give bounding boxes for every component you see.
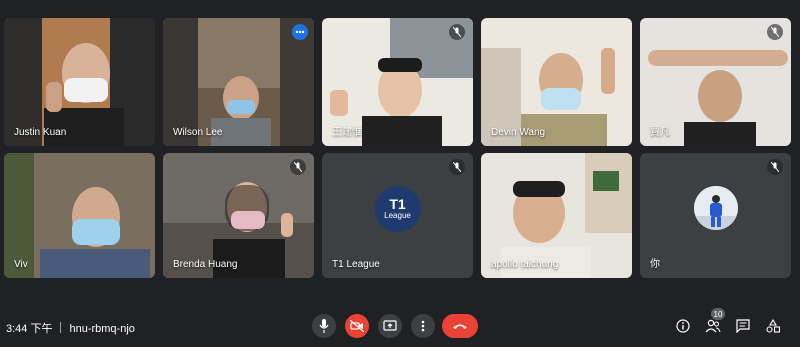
participant-name: Brenda Huang <box>173 259 238 270</box>
meeting-info: 3:44 下午 hnu-rbmq-njo <box>6 320 135 336</box>
activities-button[interactable] <box>764 317 782 335</box>
current-time: 3:44 下午 <box>6 323 53 335</box>
mic-off-icon <box>453 162 461 172</box>
chat-icon <box>736 319 750 333</box>
muted-indicator <box>449 24 465 40</box>
participant-avatar <box>693 185 738 230</box>
camera-off-icon <box>350 320 364 332</box>
more-options-icon <box>421 320 425 332</box>
muted-indicator <box>290 159 306 175</box>
participant-name: Justin Kuan <box>14 127 67 138</box>
muted-indicator <box>767 159 783 175</box>
participant-name: Viv <box>14 259 28 270</box>
activities-icon <box>766 319 780 333</box>
muted-indicator <box>767 24 783 40</box>
mic-off-icon <box>453 27 461 37</box>
camera-button[interactable] <box>345 314 369 338</box>
meeting-details-button[interactable] <box>674 317 692 335</box>
avatar-subtitle: League <box>384 210 411 220</box>
participant-tile[interactable]: Devin Wang <box>481 18 632 146</box>
leave-call-button[interactable] <box>442 314 478 338</box>
people-count-badge: 10 <box>711 308 725 320</box>
info-icon <box>676 319 690 333</box>
participant-avatar: T1 League <box>374 185 421 232</box>
mic-icon <box>319 319 329 333</box>
participant-grid: Justin Kuan Wilson Lee 王建惟 Devin Wang 賈凡… <box>0 0 800 300</box>
avatar-image <box>693 185 738 230</box>
participant-name: Wilson Lee <box>173 127 223 138</box>
participant-name: Devin Wang <box>491 127 546 138</box>
participant-tile[interactable]: T1 League T1 League <box>322 153 473 278</box>
separator <box>60 322 62 333</box>
hang-up-icon <box>453 324 467 329</box>
participant-tile[interactable]: 你 <box>640 153 791 278</box>
chat-button[interactable] <box>734 317 752 335</box>
participant-name: 你 <box>650 259 660 270</box>
meeting-code: hnu-rbmq-njo <box>69 323 135 335</box>
mic-off-icon <box>771 27 779 37</box>
bottom-toolbar: 3:44 下午 hnu-rbmq-njo 10 <box>0 300 800 347</box>
present-screen-icon <box>383 320 397 331</box>
participant-tile[interactable]: Brenda Huang <box>163 153 314 278</box>
participant-name: 賈凡 <box>650 127 670 138</box>
muted-indicator <box>449 159 465 175</box>
participant-name: 王建惟 <box>332 127 362 138</box>
participant-tile[interactable]: 賈凡 <box>640 18 791 146</box>
more-options-icon <box>295 30 305 34</box>
participant-tile[interactable]: apollo taichung <box>481 153 632 278</box>
more-options-button[interactable] <box>292 24 308 40</box>
participant-tile[interactable]: Viv <box>4 153 155 278</box>
microphone-button[interactable] <box>312 314 336 338</box>
mic-off-icon <box>771 162 779 172</box>
more-options-button[interactable] <box>411 314 435 338</box>
participant-tile[interactable]: Wilson Lee <box>163 18 314 146</box>
mic-off-icon <box>294 162 302 172</box>
people-icon <box>705 319 721 333</box>
present-screen-button[interactable] <box>378 314 402 338</box>
participant-tile[interactable]: 王建惟 <box>322 18 473 146</box>
participant-name: T1 League <box>332 259 380 270</box>
participant-tile[interactable]: Justin Kuan <box>4 18 155 146</box>
avatar-initials: T1 <box>389 195 406 212</box>
participant-name: apollo taichung <box>491 259 559 270</box>
